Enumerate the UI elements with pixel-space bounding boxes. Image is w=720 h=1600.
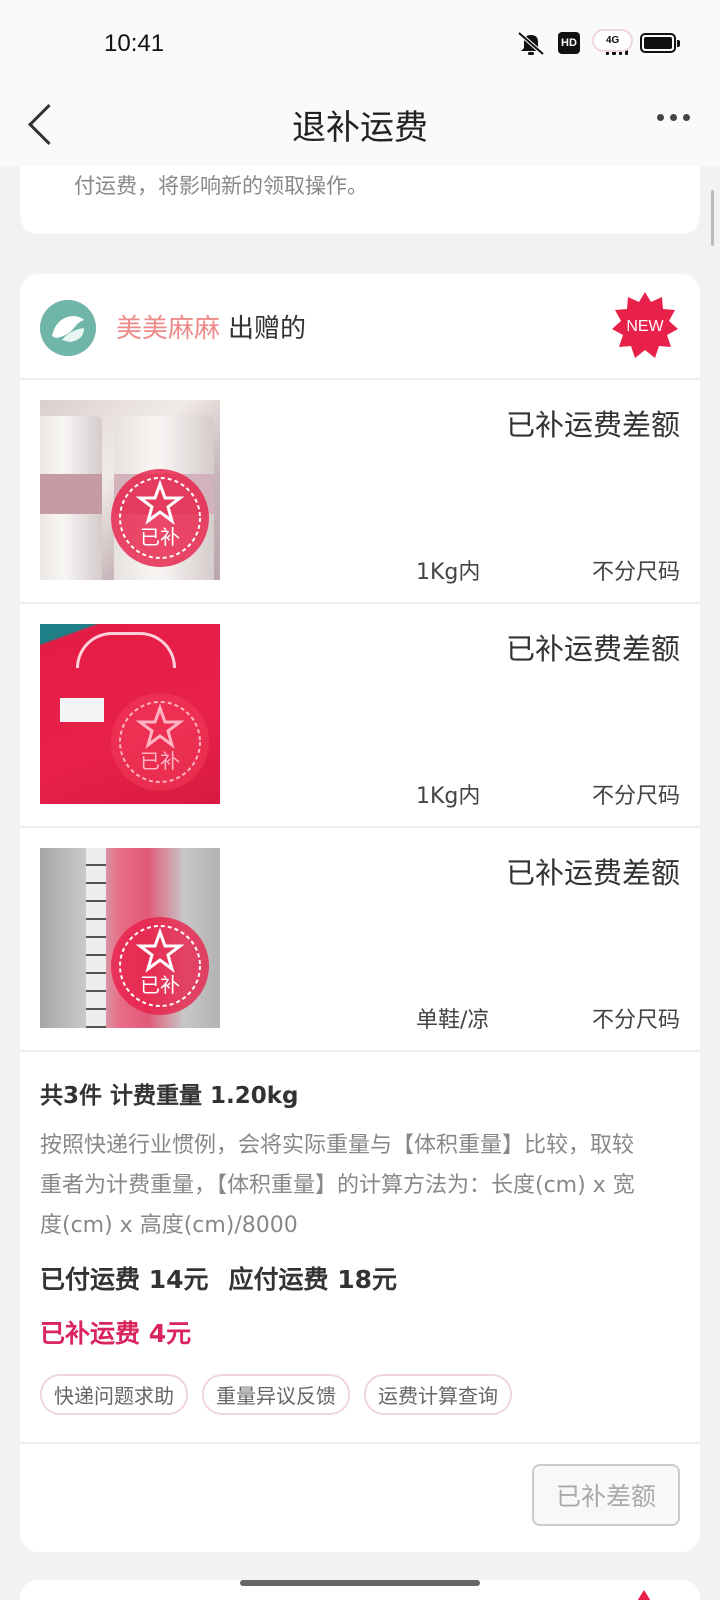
- stamp-label: 已补: [140, 749, 180, 773]
- donor-line: 美美麻麻 出赠的: [116, 308, 306, 345]
- list-item[interactable]: 已补 已补运费差额 1Kg内 不分尺码: [20, 604, 700, 828]
- card-header: 美美麻麻 出赠的 NEW: [20, 274, 700, 380]
- fee-line: 已付运费 14元 应付运费 18元: [40, 1260, 680, 1296]
- help-tags: 快递问题求助 重量异议反馈 运费计算查询: [40, 1374, 680, 1415]
- shipping-card: 美美麻麻 出赠的 NEW 已补 已补运费差额 1Kg内 不分尺码 已补 已补运费…: [20, 274, 700, 1552]
- stamp-label: 已补: [140, 973, 180, 997]
- item-size: 不分尺码: [591, 784, 680, 809]
- signal-icon: 4G: [592, 29, 634, 55]
- due-fee: 应付运费 18元: [228, 1265, 398, 1294]
- status-bar: 10:41 HD 4G: [0, 0, 720, 90]
- more-icon[interactable]: [657, 114, 690, 121]
- notice-card: 付运费，将影响新的领取操作。: [20, 166, 700, 234]
- mute-icon: [516, 30, 546, 56]
- product-image[interactable]: 已补: [40, 624, 220, 804]
- item-status: 已补运费差额: [505, 856, 680, 890]
- status-time: 10:41: [104, 30, 165, 57]
- tag-delivery-help[interactable]: 快递问题求助: [40, 1374, 188, 1415]
- item-weight: 1Kg内: [416, 560, 481, 585]
- network-type-label: 4G: [592, 29, 634, 52]
- avatar[interactable]: [40, 300, 96, 356]
- item-size: 不分尺码: [591, 1008, 680, 1033]
- refund-fee: 已补运费 4元: [40, 1319, 192, 1348]
- nav-bar: 退补运费: [0, 90, 720, 166]
- tag-fee-calc[interactable]: 运费计算查询: [364, 1374, 512, 1415]
- stamp-icon: 已补: [111, 469, 209, 567]
- tag-weight-dispute[interactable]: 重量异议反馈: [202, 1374, 350, 1415]
- hd-icon: HD: [558, 32, 580, 54]
- new-badge-label: NEW: [626, 318, 664, 335]
- product-image[interactable]: 已补: [40, 848, 220, 1028]
- list-item[interactable]: 已补 已补运费差额 单鞋/凉 不分尺码: [20, 828, 700, 1052]
- stamp-icon: 已补: [111, 693, 209, 791]
- item-weight: 1Kg内: [416, 784, 481, 809]
- scrollbar[interactable]: [711, 190, 714, 246]
- item-status: 已补运费差额: [505, 632, 680, 666]
- page-title: 退补运费: [292, 108, 428, 148]
- home-indicator[interactable]: [240, 1580, 480, 1586]
- difference-paid-button[interactable]: 已补差额: [532, 1464, 680, 1526]
- list-item[interactable]: 已补 已补运费差额 1Kg内 不分尺码: [20, 380, 700, 604]
- battery-icon: [640, 33, 680, 53]
- item-weight: 单鞋/凉: [416, 1008, 490, 1033]
- item-status: 已补运费差额: [505, 408, 680, 442]
- paid-fee: 已付运费 14元: [40, 1265, 209, 1294]
- summary-title: 共3件 计费重量 1.20kg: [40, 1083, 299, 1109]
- status-icons: HD 4G: [516, 29, 680, 56]
- stamp-icon: 已补: [111, 917, 209, 1015]
- donor-suffix: 出赠的: [228, 314, 307, 344]
- new-badge-partial: [634, 1590, 654, 1600]
- card-footer: 已补差额: [20, 1444, 700, 1544]
- item-size: 不分尺码: [591, 560, 680, 585]
- donor-name[interactable]: 美美麻麻: [116, 314, 220, 344]
- notice-text: 付运费，将影响新的领取操作。: [74, 174, 368, 198]
- summary-description: 按照快递行业惯例，会将实际重量与【体积重量】比较，取较重者为计费重量，【体积重量…: [40, 1133, 635, 1238]
- stamp-label: 已补: [140, 525, 180, 549]
- leaf-icon: [40, 300, 96, 356]
- new-badge: NEW: [612, 292, 678, 358]
- fee-summary: 共3件 计费重量 1.20kg 按照快递行业惯例，会将实际重量与【体积重量】比较…: [20, 1052, 700, 1444]
- product-image[interactable]: 已补: [40, 400, 220, 580]
- content-scroll-area[interactable]: 付运费，将影响新的领取操作。 美美麻麻 出赠的 NEW 已补 已补运费差额 1K…: [0, 166, 720, 1600]
